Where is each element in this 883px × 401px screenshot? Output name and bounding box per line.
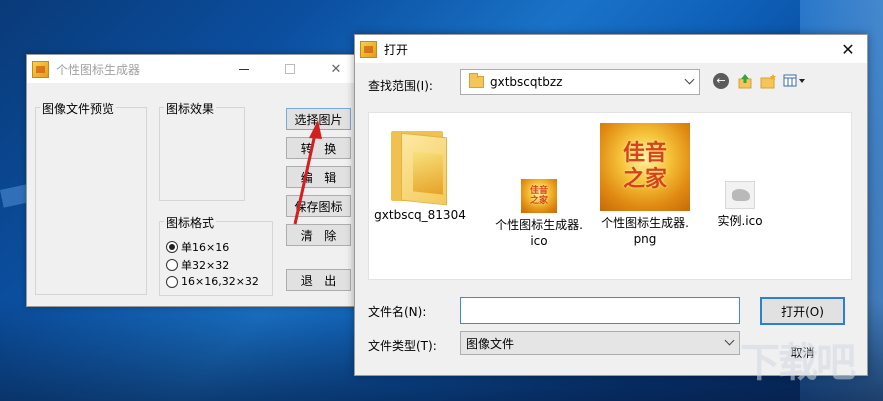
file-name: 个性图标生成器. png <box>601 216 689 246</box>
close-icon: ✕ <box>841 39 855 59</box>
look-in-label: 查找范围(I): <box>368 79 433 93</box>
image-preview-group: 图像文件预览 <box>35 100 147 295</box>
chevron-down-icon <box>684 74 695 85</box>
close-button[interactable]: ✕ <box>833 35 863 63</box>
ico-thumbnail: 佳音 之家 <box>521 179 557 213</box>
file-name: gxtbscq_81304 <box>374 208 466 222</box>
look-in-dropdown[interactable]: gxtbscqtbzz <box>460 69 700 95</box>
title-bar[interactable]: 打开 ✕ <box>355 35 867 63</box>
minimize-icon <box>239 68 249 70</box>
app-icon <box>32 60 49 78</box>
filetype-value: 图像文件 <box>466 336 515 351</box>
radio-button[interactable] <box>166 275 178 288</box>
exit-button[interactable]: 退 出 <box>286 269 351 291</box>
format-option[interactable]: 16×16,32×32 <box>166 275 259 288</box>
close-button[interactable]: ✕ <box>313 55 359 83</box>
group-label: 图标效果 <box>164 100 217 117</box>
file-item-folder[interactable]: gxtbscq_81304 <box>374 125 466 223</box>
title-bar[interactable]: 个性图标生成器 ✕ <box>27 55 359 83</box>
file-item-ico[interactable]: 佳音 之家 个性图标生成器. ico <box>485 179 593 249</box>
dialog-title: 打开 <box>384 42 409 57</box>
file-list: gxtbscq_81304 佳音 之家 个性图标生成器. ico 佳音 之家 个性图… <box>368 112 852 280</box>
file-name: 个性图标生成器. ico <box>495 218 583 248</box>
filetype-label: 文件类型(T): <box>368 339 437 353</box>
folder-icon <box>469 73 484 88</box>
up-folder-icon[interactable] <box>737 73 753 89</box>
icon-format-group: 图标格式 单16×16 单32×32 16×16,32×32 <box>159 214 273 296</box>
radio-label: 单32×32 <box>181 259 230 272</box>
file-name: 实例.ico <box>717 214 763 228</box>
filename-input[interactable] <box>460 297 740 324</box>
chevron-down-icon <box>724 335 735 346</box>
maximize-button[interactable] <box>267 55 313 83</box>
radio-label: 16×16,32×32 <box>181 275 259 288</box>
format-option[interactable]: 单32×32 <box>166 257 229 273</box>
format-option[interactable]: 单16×16 <box>166 239 229 255</box>
png-thumbnail: 佳音 之家 <box>600 123 690 211</box>
clear-button[interactable]: 清 除 <box>286 224 351 246</box>
filename-label: 文件名(N): <box>368 305 427 319</box>
file-item-example[interactable]: 实例.ico <box>705 181 775 229</box>
group-label: 图标格式 <box>164 214 217 231</box>
maximize-icon <box>285 64 295 74</box>
look-in-value: gxtbscqtbzz <box>490 75 563 89</box>
icon-effect-group: 图标效果 <box>159 100 245 201</box>
new-folder-icon[interactable] <box>760 73 777 89</box>
back-arrow-icon[interactable]: ← <box>713 73 729 89</box>
radio-label: 单16×16 <box>181 241 230 254</box>
close-icon: ✕ <box>330 61 342 77</box>
icon-generator-window: 个性图标生成器 ✕ 图像文件预览 图标效果 图标格式 单16×16 单32×32… <box>26 54 360 307</box>
open-file-dialog: 打开 ✕ 查找范围(I): gxtbscqtbzz ← gxtbscq_8130… <box>354 34 868 376</box>
horse-icon <box>725 181 755 209</box>
filetype-dropdown[interactable]: 图像文件 <box>460 331 740 355</box>
view-menu-icon[interactable] <box>783 73 807 89</box>
file-item-png[interactable]: 佳音 之家 个性图标生成器. png <box>591 123 699 247</box>
save-icon-button[interactable]: 保存图标 <box>286 195 351 217</box>
minimize-button[interactable] <box>221 55 267 83</box>
app-icon <box>360 40 377 58</box>
open-button[interactable]: 打开(O) <box>760 297 845 325</box>
window-title: 个性图标生成器 <box>56 62 141 77</box>
folder-icon <box>391 125 449 206</box>
radio-button[interactable] <box>166 241 178 253</box>
edit-button[interactable]: 编 辑 <box>286 166 351 188</box>
radio-button[interactable] <box>166 259 178 271</box>
watermark-logo: 下载吧 <box>740 339 856 386</box>
select-image-button[interactable]: 选择图片 <box>286 108 351 130</box>
group-label: 图像文件预览 <box>40 100 117 117</box>
convert-button[interactable]: 转 换 <box>286 137 351 159</box>
